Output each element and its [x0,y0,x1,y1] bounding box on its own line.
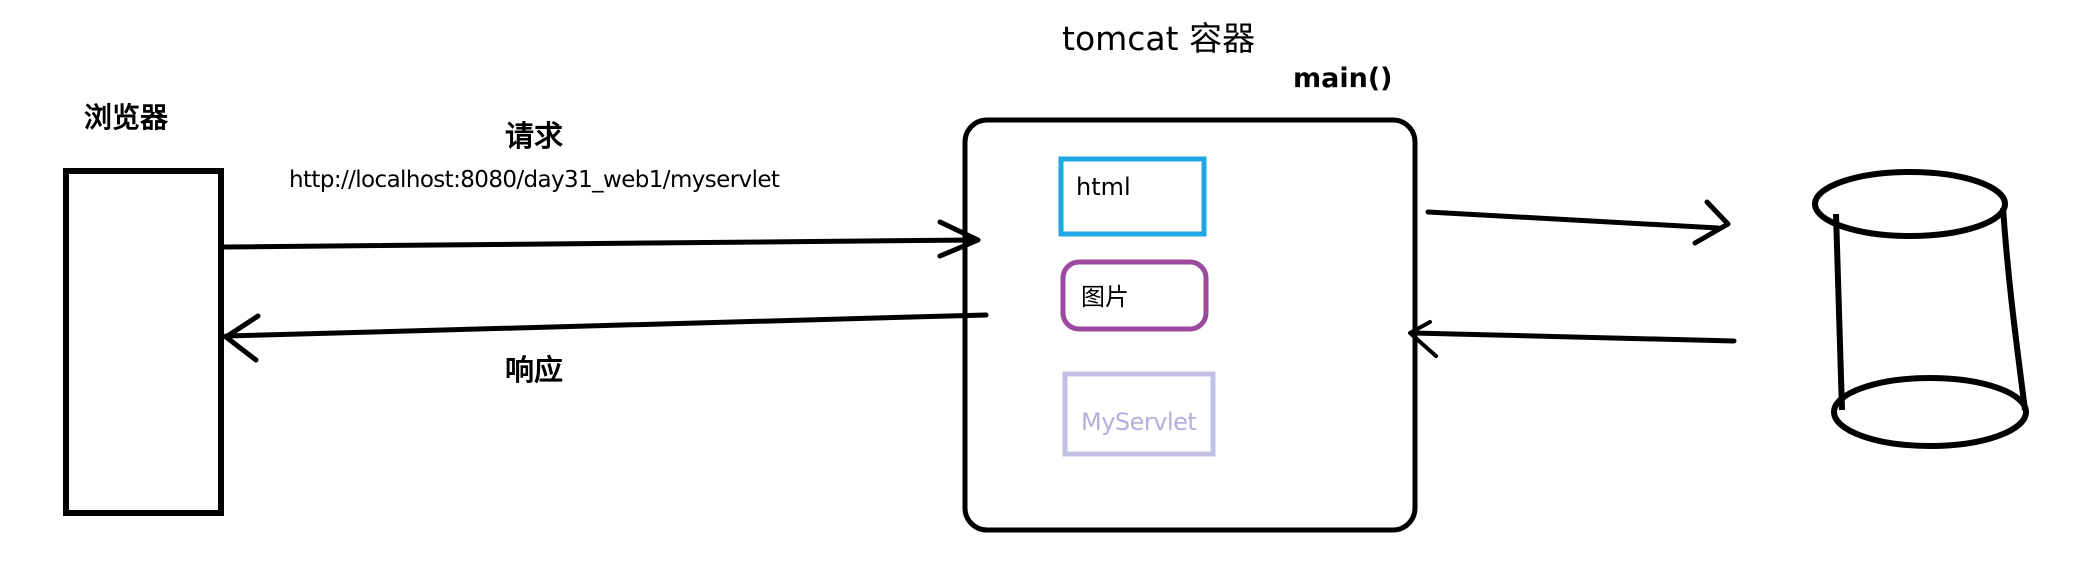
image-box-label: 图片 [1081,283,1129,311]
html-box-label: html [1076,173,1131,201]
db-request-arrowhead [1692,199,1731,246]
db-response-arrow [1410,330,1737,344]
database-icon [1812,169,2029,449]
db-request-arrow [1425,209,1721,231]
flow-diagram [63,117,2029,533]
request-label: 请求 [505,119,564,153]
request-url: http://localhost:8080/day31_web1/myservl… [289,167,780,193]
browser-label: 浏览器 [84,101,169,134]
response-arrow [223,312,989,339]
browser-box [63,168,224,516]
myservlet-box-label: MyServlet [1081,408,1197,436]
response-label: 响应 [505,353,564,387]
main-label: main() [1293,63,1393,94]
container-title: tomcat 容器 [1062,19,1256,58]
request-arrow [221,237,978,250]
tomcat-container [962,117,1418,533]
